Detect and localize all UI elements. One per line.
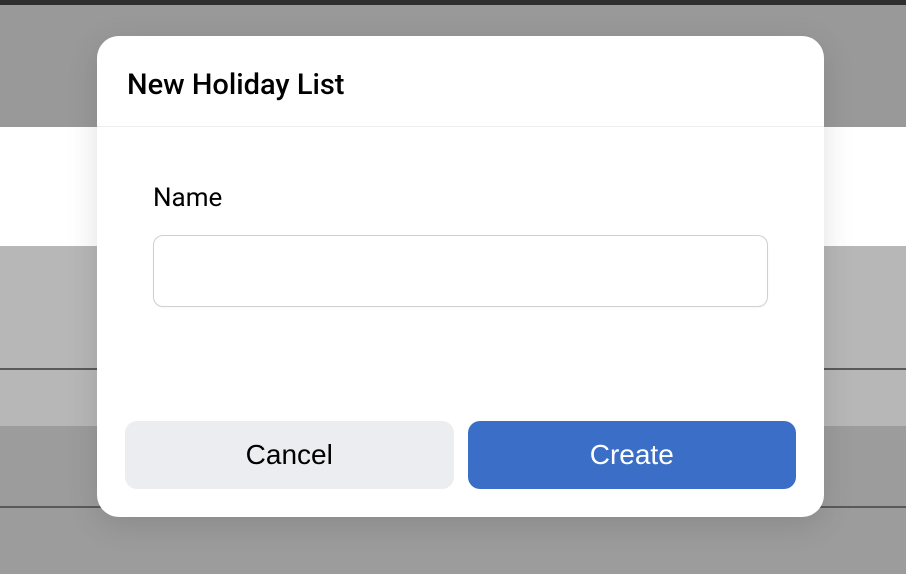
create-button[interactable]: Create <box>468 421 797 489</box>
name-label: Name <box>153 183 768 213</box>
name-input[interactable] <box>153 235 768 307</box>
modal-title: New Holiday List <box>127 68 794 102</box>
modal-header: New Holiday List <box>97 36 824 127</box>
modal-footer: Cancel Create <box>97 421 824 517</box>
modal-body: Name <box>97 127 824 421</box>
new-holiday-list-modal: New Holiday List Name Cancel Create <box>97 36 824 517</box>
cancel-button[interactable]: Cancel <box>125 421 454 489</box>
